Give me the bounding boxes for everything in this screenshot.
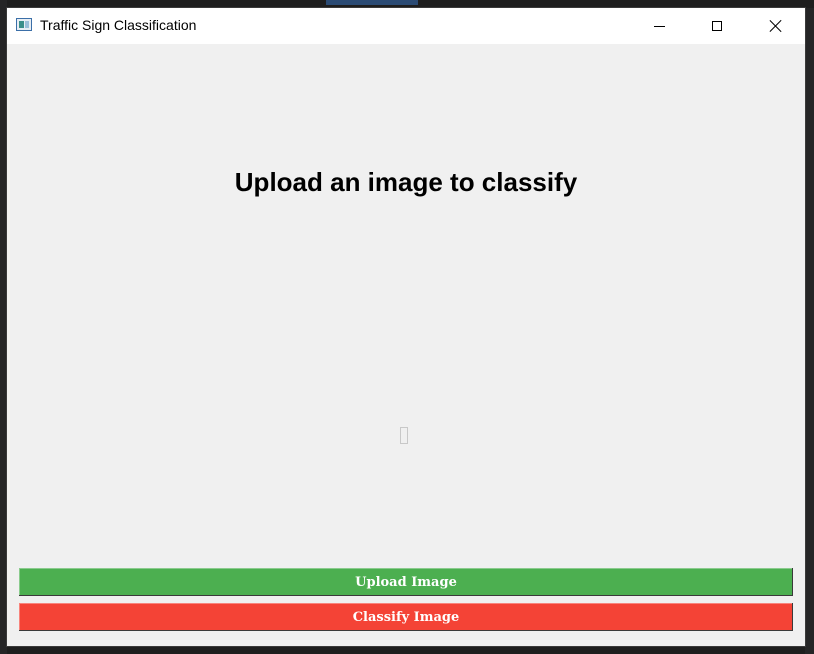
background-editor-scrollbar [805,0,814,654]
close-button[interactable] [747,8,805,44]
classify-image-button[interactable]: Classify Image [19,603,793,631]
minimize-button[interactable] [630,8,688,44]
main-content: Upload an image to classify Upload Image… [7,44,805,646]
background-editor-gutter [0,0,7,654]
maximize-button[interactable] [688,8,746,44]
close-icon [769,19,783,33]
window-title: Traffic Sign Classification [40,17,197,33]
maximize-icon [712,21,722,31]
background-editor-tab [326,0,418,5]
minimize-icon [653,25,665,27]
title-bar[interactable]: Traffic Sign Classification [7,8,805,44]
upload-image-button[interactable]: Upload Image [19,568,793,596]
image-display-area [400,427,408,444]
page-heading: Upload an image to classify [234,167,578,197]
app-window: Traffic Sign Classification Upload an im… [7,8,805,646]
app-window-icon [16,18,32,31]
